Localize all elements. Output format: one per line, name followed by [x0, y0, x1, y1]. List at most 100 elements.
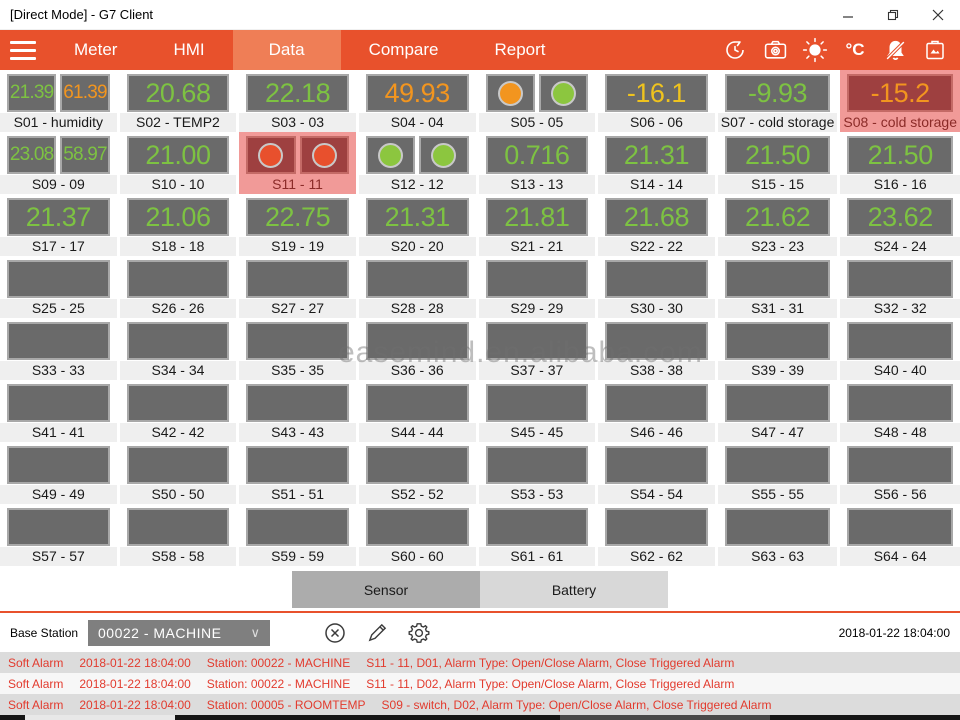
restore-button[interactable] [870, 0, 915, 30]
tile-label: S40 - 40 [840, 361, 960, 380]
sensor-tile-S06[interactable]: -16.1S06 - 06 [598, 70, 718, 132]
sensor-tile-S51[interactable]: S51 - 51 [239, 442, 359, 504]
status-dot-green [378, 143, 403, 168]
sensor-tile-S15[interactable]: 21.50S15 - 15 [718, 132, 841, 194]
station-dropdown[interactable]: 00022 - MACHINE ∨ [88, 620, 270, 646]
sensor-tile-S01[interactable]: 21.3961.39S01 - humidity [0, 70, 120, 132]
sensor-tile-S50[interactable]: S50 - 50 [120, 442, 240, 504]
sensor-tile-S10[interactable]: 21.00S10 - 10 [120, 132, 240, 194]
sensor-tile-S59[interactable]: S59 - 59 [239, 504, 359, 566]
sensor-tile-S08[interactable]: -15.2S08 - cold storage [840, 70, 960, 132]
sensor-tile-S64[interactable]: S64 - 64 [840, 504, 960, 566]
nav-item-data[interactable]: Data [233, 30, 341, 70]
brightness-sun-icon[interactable] [798, 30, 832, 70]
nav-item-report[interactable]: Report [466, 30, 573, 70]
sensor-tile-S33[interactable]: S33 - 33 [0, 318, 120, 380]
sensor-tile-S44[interactable]: S44 - 44 [359, 380, 479, 442]
tile-label: S54 - 54 [598, 485, 715, 504]
value-box [725, 508, 831, 546]
sensor-tile-S56[interactable]: S56 - 56 [840, 442, 960, 504]
sensor-tile-S12[interactable]: S12 - 12 [359, 132, 479, 194]
close-button[interactable] [915, 0, 960, 30]
sensor-tile-S47[interactable]: S47 - 47 [718, 380, 841, 442]
nav-item-meter[interactable]: Meter [46, 30, 145, 70]
sensor-tile-S19[interactable]: 22.75S19 - 19 [239, 194, 359, 256]
tile-label: S13 - 13 [479, 175, 596, 194]
tile-value-area: -16.1 [598, 70, 715, 113]
alarm-log-row[interactable]: Soft Alarm2018-01-22 18:04:00Station: 00… [0, 694, 960, 715]
sensor-tile-S09[interactable]: 23.0858.97S09 - 09 [0, 132, 120, 194]
tab-battery[interactable]: Battery [480, 571, 668, 608]
sensor-tile-S05[interactable]: S05 - 05 [479, 70, 599, 132]
sensor-tile-S43[interactable]: S43 - 43 [239, 380, 359, 442]
sensor-tile-S22[interactable]: 21.68S22 - 22 [598, 194, 718, 256]
sensor-tile-S38[interactable]: S38 - 38 [598, 318, 718, 380]
value-box [246, 384, 349, 422]
nav-item-compare[interactable]: Compare [341, 30, 467, 70]
sensor-tile-S55[interactable]: S55 - 55 [718, 442, 841, 504]
sensor-tile-S23[interactable]: 21.62S23 - 23 [718, 194, 841, 256]
sensor-tile-S37[interactable]: S37 - 37 [479, 318, 599, 380]
cancel-circle-icon[interactable] [322, 620, 348, 646]
sensor-tile-S62[interactable]: S62 - 62 [598, 504, 718, 566]
sensor-tile-S13[interactable]: 0.716S13 - 13 [479, 132, 599, 194]
sensor-tile-S14[interactable]: 21.31S14 - 14 [598, 132, 718, 194]
sensor-tile-S34[interactable]: S34 - 34 [120, 318, 240, 380]
sensor-tile-S45[interactable]: S45 - 45 [479, 380, 599, 442]
sensor-tile-S21[interactable]: 21.81S21 - 21 [479, 194, 599, 256]
sensor-tile-S40[interactable]: S40 - 40 [840, 318, 960, 380]
sensor-tile-S03[interactable]: 22.18S03 - 03 [239, 70, 359, 132]
settings-gear-icon[interactable] [406, 620, 432, 646]
sensor-tile-S17[interactable]: 21.37S17 - 17 [0, 194, 120, 256]
sensor-tile-S25[interactable]: S25 - 25 [0, 256, 120, 318]
sensor-tile-S42[interactable]: S42 - 42 [120, 380, 240, 442]
sensor-tile-S57[interactable]: S57 - 57 [0, 504, 120, 566]
sensor-tile-S32[interactable]: S32 - 32 [840, 256, 960, 318]
sensor-tile-S28[interactable]: S28 - 28 [359, 256, 479, 318]
sensor-tile-S16[interactable]: 21.50S16 - 16 [840, 132, 960, 194]
sync-history-icon[interactable] [718, 30, 752, 70]
sensor-tile-S61[interactable]: S61 - 61 [479, 504, 599, 566]
sensor-tile-S27[interactable]: S27 - 27 [239, 256, 359, 318]
tab-sensor[interactable]: Sensor [292, 571, 480, 608]
sensor-tile-S41[interactable]: S41 - 41 [0, 380, 120, 442]
sensor-tile-S26[interactable]: S26 - 26 [120, 256, 240, 318]
sensor-tile-S52[interactable]: S52 - 52 [359, 442, 479, 504]
image-bin-icon[interactable] [918, 30, 952, 70]
sensor-tile-S48[interactable]: S48 - 48 [840, 380, 960, 442]
sensor-tile-S53[interactable]: S53 - 53 [479, 442, 599, 504]
sensor-tile-S46[interactable]: S46 - 46 [598, 380, 718, 442]
sensor-tile-S49[interactable]: S49 - 49 [0, 442, 120, 504]
sensor-tile-S60[interactable]: S60 - 60 [359, 504, 479, 566]
sensor-tile-S35[interactable]: S35 - 35 [239, 318, 359, 380]
sensor-tile-S58[interactable]: S58 - 58 [120, 504, 240, 566]
minimize-button[interactable] [825, 0, 870, 30]
menu-hamburger-icon[interactable] [0, 30, 46, 70]
edit-pencil-icon[interactable] [364, 620, 390, 646]
sensor-tile-S04[interactable]: 49.93S04 - 04 [359, 70, 479, 132]
sensor-tile-S29[interactable]: S29 - 29 [479, 256, 599, 318]
alarm-log-row[interactable]: Soft Alarm2018-01-22 18:04:00Station: 00… [0, 652, 960, 673]
sensor-tile-S36[interactable]: S36 - 36 [359, 318, 479, 380]
sensor-tile-S11[interactable]: S11 - 11 [239, 132, 359, 194]
sensor-tile-S07[interactable]: -9.93S07 - cold storage [718, 70, 841, 132]
tile-label: S07 - cold storage [718, 113, 838, 132]
value-box [847, 260, 953, 298]
sensor-tile-S63[interactable]: S63 - 63 [718, 504, 841, 566]
camera-icon[interactable] [758, 30, 792, 70]
celsius-unit-icon[interactable]: °C [838, 30, 872, 70]
value-box [246, 260, 349, 298]
nav-item-hmi[interactable]: HMI [145, 30, 232, 70]
tile-value-area [598, 504, 715, 547]
value-box: 0.716 [486, 136, 589, 174]
alarm-mute-bell-icon[interactable] [878, 30, 912, 70]
sensor-tile-S31[interactable]: S31 - 31 [718, 256, 841, 318]
sensor-tile-S02[interactable]: 20.68S02 - TEMP2 [120, 70, 240, 132]
sensor-tile-S54[interactable]: S54 - 54 [598, 442, 718, 504]
sensor-tile-S30[interactable]: S30 - 30 [598, 256, 718, 318]
sensor-tile-S20[interactable]: 21.31S20 - 20 [359, 194, 479, 256]
sensor-tile-S24[interactable]: 23.62S24 - 24 [840, 194, 960, 256]
sensor-tile-S39[interactable]: S39 - 39 [718, 318, 841, 380]
sensor-tile-S18[interactable]: 21.06S18 - 18 [120, 194, 240, 256]
alarm-log-row[interactable]: Soft Alarm2018-01-22 18:04:00Station: 00… [0, 673, 960, 694]
